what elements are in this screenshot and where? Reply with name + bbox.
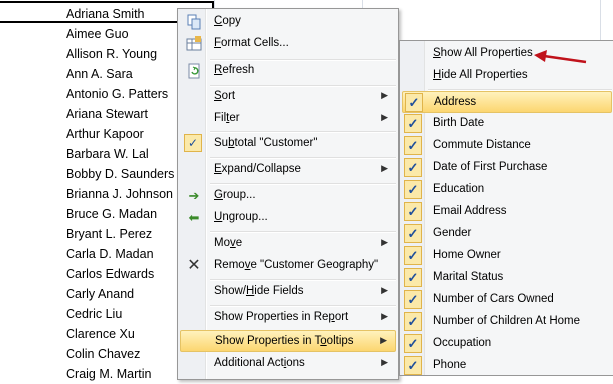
property-item-address[interactable]: ✓ Address bbox=[402, 91, 612, 113]
property-item[interactable]: ✓ Date of First Purchase bbox=[402, 157, 612, 179]
menu-item-ungroup[interactable]: ⬅ Ungroup... bbox=[180, 207, 396, 229]
name-cell[interactable]: Adriana Smith bbox=[66, 4, 174, 24]
checkmark-icon: ✓ bbox=[404, 312, 422, 331]
checkmark-icon: ✓ bbox=[404, 334, 422, 353]
tooltip-properties-submenu: Show All Properties Hide All Properties … bbox=[399, 40, 613, 376]
property-item[interactable]: ✓ Home Owner bbox=[402, 245, 612, 267]
refresh-icon bbox=[186, 63, 202, 79]
format-cells-icon bbox=[186, 36, 202, 52]
menu-item-show-properties-in-report[interactable]: Show Properties in Report ▶ bbox=[180, 307, 396, 329]
name-cell[interactable]: Clarence Xu bbox=[66, 324, 174, 344]
property-item[interactable]: ✓ Number of Cars Owned bbox=[402, 289, 612, 311]
menu-item-expand-collapse[interactable]: Expand/Collapse ▶ bbox=[180, 159, 396, 181]
name-cell[interactable]: Bruce G. Madan bbox=[66, 204, 174, 224]
menu-item-sort[interactable]: Sort ▶ bbox=[180, 86, 396, 108]
name-cell[interactable]: Cedric Liu bbox=[66, 304, 174, 324]
submenu-arrow-icon: ▶ bbox=[381, 237, 388, 247]
name-cell[interactable]: Allison R. Young bbox=[66, 44, 174, 64]
name-cell[interactable]: Craig M. Martin bbox=[66, 364, 174, 384]
remove-icon: ✕ bbox=[187, 257, 201, 274]
checkmark-icon: ✓ bbox=[404, 136, 422, 155]
submenu-arrow-icon: ▶ bbox=[381, 90, 388, 100]
name-cell[interactable]: Ann A. Sara bbox=[66, 64, 174, 84]
name-cell[interactable]: Bobby D. Saunders bbox=[66, 164, 174, 184]
name-cell[interactable]: Arthur Kapoor bbox=[66, 124, 174, 144]
menu-item-refresh[interactable]: Refresh bbox=[180, 60, 396, 82]
menu-item-filter[interactable]: Filter ▶ bbox=[180, 108, 396, 130]
checkmark-icon: ✓ bbox=[404, 202, 422, 221]
checkmark-icon: ✓ bbox=[404, 268, 422, 287]
submenu-arrow-icon: ▶ bbox=[381, 285, 388, 295]
annotation-arrow-icon bbox=[534, 50, 587, 64]
checkmark-icon: ✓ bbox=[184, 134, 202, 152]
menu-item-format-cells[interactable]: Format Cells... bbox=[180, 33, 396, 55]
name-cell[interactable]: Carla D. Madan bbox=[66, 244, 174, 264]
name-cell[interactable]: Barbara W. Lal bbox=[66, 144, 174, 164]
menu-item-move[interactable]: Move ▶ bbox=[180, 233, 396, 255]
property-item[interactable]: ✓ Commute Distance bbox=[402, 135, 612, 157]
submenu-arrow-icon: ▶ bbox=[380, 335, 387, 345]
checkmark-icon: ✓ bbox=[404, 114, 422, 133]
name-cell[interactable]: Carlos Edwards bbox=[66, 264, 174, 284]
checkmark-icon: ✓ bbox=[404, 224, 422, 243]
property-item[interactable]: ✓ Birth Date bbox=[402, 113, 612, 135]
menu-item-show-hide-fields[interactable]: Show/Hide Fields ▶ bbox=[180, 281, 396, 303]
name-cell[interactable]: Antonio G. Patters bbox=[66, 84, 174, 104]
name-cell[interactable]: Ariana Stewart bbox=[66, 104, 174, 124]
name-column: Adriana Smith Aimee Guo Allison R. Young… bbox=[66, 4, 174, 384]
menu-item-show-properties-in-tooltips[interactable]: Show Properties in Tooltips ▶ bbox=[180, 330, 396, 352]
checkmark-icon: ✓ bbox=[404, 290, 422, 309]
property-item[interactable]: ✓ Occupation bbox=[402, 333, 612, 355]
submenu-arrow-icon: ▶ bbox=[381, 163, 388, 173]
menu-item-group[interactable]: ➔ Group... bbox=[180, 185, 396, 207]
property-item[interactable]: ✓ Marital Status bbox=[402, 267, 612, 289]
name-cell[interactable]: Colin Chavez bbox=[66, 344, 174, 364]
submenu-arrow-icon: ▶ bbox=[381, 112, 388, 122]
name-cell[interactable]: Aimee Guo bbox=[66, 24, 174, 44]
checkmark-icon: ✓ bbox=[405, 93, 423, 112]
menu-item-subtotal[interactable]: ✓ Subtotal "Customer" bbox=[180, 133, 396, 155]
name-cell[interactable]: Carly Anand bbox=[66, 284, 174, 304]
menu-item-remove[interactable]: ✕ Remove "Customer Geography" bbox=[180, 255, 396, 277]
submenu-arrow-icon: ▶ bbox=[381, 311, 388, 321]
property-item[interactable]: ✓ Education bbox=[402, 179, 612, 201]
checkmark-icon: ✓ bbox=[404, 180, 422, 199]
property-item[interactable]: ✓ Gender bbox=[402, 223, 612, 245]
name-cell[interactable]: Bryant L. Perez bbox=[66, 224, 174, 244]
submenu-arrow-icon: ▶ bbox=[381, 357, 388, 367]
property-item[interactable]: ✓ Number of Children At Home bbox=[402, 311, 612, 333]
checkmark-icon: ✓ bbox=[404, 158, 422, 177]
checkmark-icon: ✓ bbox=[404, 356, 422, 375]
checkmark-icon: ✓ bbox=[404, 246, 422, 265]
name-cell[interactable]: Brianna J. Johnson bbox=[66, 184, 174, 204]
menu-item-copy[interactable]: Copy bbox=[180, 11, 396, 33]
group-icon: ➔ bbox=[188, 188, 200, 203]
copy-icon bbox=[186, 14, 202, 30]
menu-item-additional-actions[interactable]: Additional Actions ▶ bbox=[180, 353, 396, 375]
ungroup-icon: ⬅ bbox=[188, 210, 200, 225]
property-item[interactable]: ✓ Email Address bbox=[402, 201, 612, 223]
context-menu: Copy Format Cells... Refresh Sort ▶ Filt… bbox=[177, 8, 399, 380]
